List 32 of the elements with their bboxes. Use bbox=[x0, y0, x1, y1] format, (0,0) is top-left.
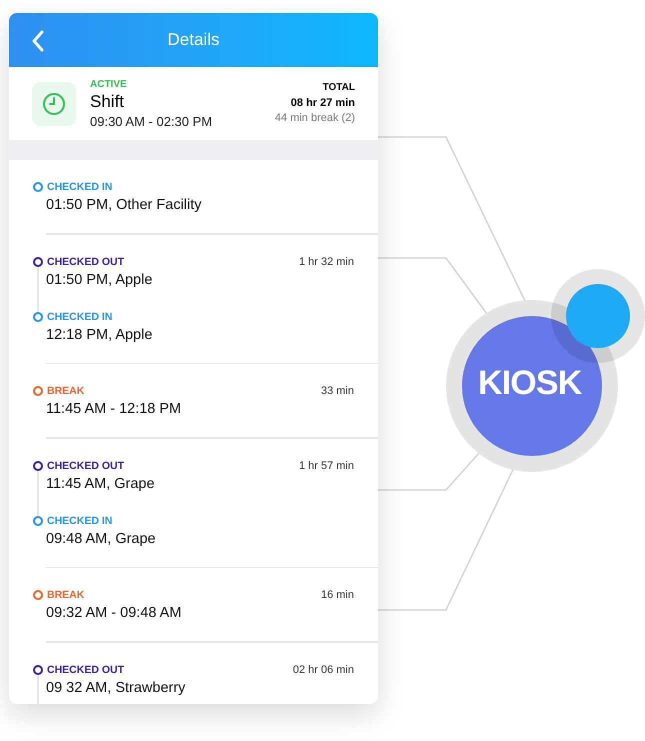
shift-title: Shift bbox=[90, 90, 126, 112]
event-detail: 09:48 AM, Grape bbox=[46, 530, 157, 548]
event-detail: 12:18 PM, Apple bbox=[46, 326, 154, 344]
duration-text: 16 min bbox=[320, 588, 354, 602]
event-detail: 09:32 AM - 09:48 AM bbox=[46, 604, 182, 623]
total-duration: 08 hr 27 min bbox=[290, 96, 355, 111]
event-detail: 11:45 AM, Grape bbox=[46, 474, 156, 494]
accent-circle bbox=[566, 284, 630, 348]
status-label: ACTIVE bbox=[90, 78, 128, 90]
event-detail: 01:50 PM, Other Facility bbox=[46, 196, 203, 215]
duration-text: 1 hr 57 min bbox=[298, 458, 354, 472]
event-label: CHECKED OUT bbox=[47, 458, 126, 472]
total-label: TOTAL bbox=[322, 81, 355, 95]
duration-text: 1 hr 32 min bbox=[298, 254, 354, 268]
event-detail: 01:50 PM, Apple bbox=[46, 270, 154, 290]
event-label: CHECKED IN bbox=[47, 514, 114, 528]
break-summary: 44 min break (2) bbox=[274, 111, 355, 126]
screen-title: Details bbox=[168, 29, 220, 52]
event-detail: 09 32 AM, Strawberry bbox=[46, 678, 186, 698]
event-label: CHECKED OUT bbox=[47, 254, 126, 268]
event-label: BREAK bbox=[47, 384, 86, 398]
event-label: CHECKED OUT bbox=[47, 662, 126, 676]
event-label: BREAK bbox=[47, 588, 86, 602]
back-icon[interactable] bbox=[31, 30, 45, 52]
event-label: CHECKED IN bbox=[47, 310, 114, 324]
event-detail: 11:45 AM - 12:18 PM bbox=[46, 400, 182, 419]
duration-text: 33 min bbox=[320, 384, 354, 398]
event-label: CHECKED IN bbox=[47, 180, 114, 194]
clock-icon bbox=[42, 92, 66, 116]
shift-time: 09:30 AM - 02:30 PM bbox=[90, 112, 214, 130]
duration-text: 02 hr 06 min bbox=[292, 662, 354, 676]
kiosk-logo: KIOSK bbox=[478, 366, 582, 400]
